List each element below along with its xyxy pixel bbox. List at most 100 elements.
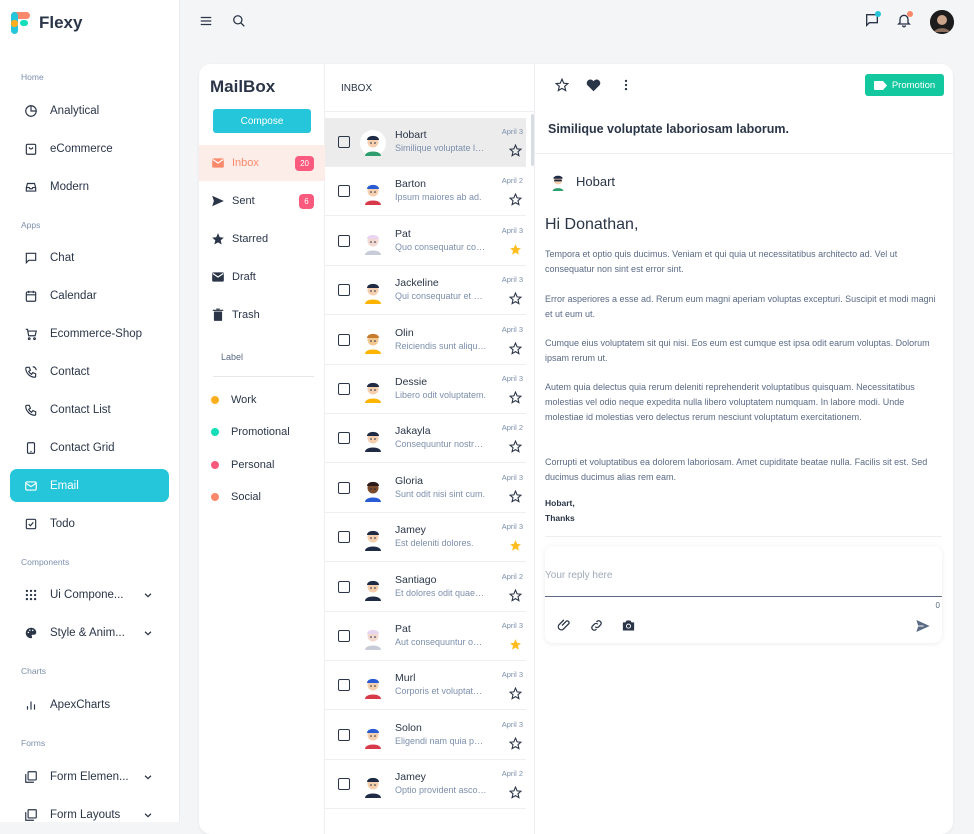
notifications-button[interactable] xyxy=(896,11,914,30)
email-checkbox[interactable] xyxy=(338,728,350,741)
email-snippet: Reiciendis sunt aliquam. xyxy=(395,340,487,351)
email-checkbox[interactable] xyxy=(338,580,350,593)
folder-draft[interactable]: Draft xyxy=(199,259,325,295)
email-checkbox[interactable] xyxy=(338,531,350,544)
promotion-tag[interactable]: Promotion xyxy=(865,74,944,96)
star-icon[interactable] xyxy=(509,440,522,454)
star-icon[interactable] xyxy=(509,736,522,750)
email-list-item[interactable]: Santiago Et dolores odit quaerat. April 2 xyxy=(325,563,526,612)
list-scrollbar[interactable] xyxy=(531,114,534,166)
sidebar-item-ecommerce-shop[interactable]: Ecommerce-Shop xyxy=(10,317,169,350)
compose-button[interactable]: Compose xyxy=(213,109,311,133)
link-icon[interactable] xyxy=(589,618,604,633)
email-checkbox[interactable] xyxy=(338,333,350,346)
search-icon[interactable] xyxy=(232,14,246,28)
star-filled-icon[interactable] xyxy=(509,638,522,651)
label-promotional[interactable]: Promotional xyxy=(211,426,290,438)
email-checkbox[interactable] xyxy=(338,481,350,494)
sidebar-item-email[interactable]: Email xyxy=(10,469,169,502)
email-checkbox[interactable] xyxy=(338,383,350,395)
sidebar-item-modern[interactable]: Modern xyxy=(10,170,169,203)
email-checkbox[interactable] xyxy=(338,284,350,297)
email-list-item[interactable]: JackelineQui consequatur et dolores. Apri… xyxy=(325,266,526,316)
email-sender: Santiago xyxy=(395,573,437,586)
sender-name: Hobart xyxy=(576,173,616,189)
folder-trash[interactable]: Trash xyxy=(199,297,325,333)
sidebar-item-form-layouts[interactable]: Form Layouts xyxy=(10,798,169,831)
email-list-item[interactable]: Murl Corporis et voluptatem. April 3 xyxy=(325,661,526,711)
email-checkbox[interactable] xyxy=(338,432,350,445)
avatar xyxy=(360,673,386,700)
email-checkbox[interactable] xyxy=(338,185,350,198)
email-list-item[interactable]: Dessie Libero odit voluptatem. April 3 xyxy=(325,365,526,414)
sidebar-item-contact-grid[interactable]: Contact Grid xyxy=(10,431,169,464)
label-social[interactable]: Social xyxy=(211,491,261,503)
email-list-item[interactable]: PatQuo consequatur consequatur. April 3 xyxy=(325,217,526,266)
star-icon[interactable] xyxy=(509,341,522,355)
star-icon[interactable] xyxy=(509,292,522,305)
sidebar-item-calendar[interactable]: Calendar xyxy=(10,279,169,312)
send-icon[interactable] xyxy=(915,618,931,634)
email-list-item[interactable]: Gloria Sunt odit nisi sint cum. April 3 xyxy=(325,464,526,513)
folder-starred[interactable]: Starred xyxy=(199,221,325,257)
sidebar-item-ui-components[interactable]: Ui Compone... xyxy=(10,578,169,611)
star-icon[interactable] xyxy=(509,687,522,701)
brand-logo[interactable]: Flexy xyxy=(11,12,82,34)
sender: Hobart xyxy=(548,171,615,191)
star-filled-icon[interactable] xyxy=(509,243,522,256)
email-list-item[interactable]: Solon Eligendi nam quia porro. April 3 xyxy=(325,711,526,760)
reply-input[interactable]: Your reply here xyxy=(545,570,612,581)
inbox-tray-icon xyxy=(25,182,37,192)
email-checkbox[interactable] xyxy=(338,136,350,148)
messages-button[interactable] xyxy=(864,11,882,30)
star-filled-icon[interactable] xyxy=(509,539,522,552)
folder-inbox[interactable]: Inbox 20 xyxy=(199,145,325,181)
star-icon[interactable] xyxy=(509,588,522,602)
star-icon[interactable] xyxy=(509,391,522,404)
email-list-item[interactable]: Olin Reiciendis sunt aliquam. April 3 xyxy=(325,316,526,365)
sidebar-item-analytical[interactable]: Analytical xyxy=(10,94,169,127)
label-text: Work xyxy=(231,394,257,406)
email-checkbox[interactable] xyxy=(338,679,350,692)
star-icon[interactable] xyxy=(555,78,569,92)
folder-sent[interactable]: Sent 6 xyxy=(199,183,325,219)
email-list-item[interactable]: Hobart Similique voluptate laboriosam lab… xyxy=(325,118,526,167)
sidebar-item-ecommerce[interactable]: eCommerce xyxy=(10,132,169,165)
sidebar-item-todo[interactable]: Todo xyxy=(10,507,169,540)
email-list-item[interactable]: Jakayla Consequuntur nostrum. April 2 xyxy=(325,414,526,464)
email-list-item[interactable]: Jamey Optio provident ascorum. April 2 xyxy=(325,760,526,810)
email-date: April 3 xyxy=(501,374,523,383)
star-icon[interactable] xyxy=(509,786,522,799)
label-work[interactable]: Work xyxy=(211,394,256,406)
sidebar-item-contact[interactable]: Contact xyxy=(10,355,169,388)
sidebar-item-apexcharts[interactable]: ApexCharts xyxy=(10,688,169,721)
camera-icon[interactable] xyxy=(621,618,636,633)
email-list-item[interactable]: Pat Aut consequuntur odio. April 3 xyxy=(325,612,526,661)
user-avatar[interactable] xyxy=(930,10,954,34)
star-icon[interactable] xyxy=(509,144,522,157)
star-icon[interactable] xyxy=(509,489,522,503)
sidebar-item-style-animation[interactable]: Style & Anim... xyxy=(10,616,169,649)
email-list-item[interactable]: Jamey Est deleniti dolores. April 3 xyxy=(325,513,526,563)
email-date: April 2 xyxy=(501,769,523,779)
email-checkbox[interactable] xyxy=(338,778,350,791)
heart-icon[interactable] xyxy=(586,78,601,92)
avatar xyxy=(360,426,386,453)
email-checkbox[interactable] xyxy=(338,234,350,247)
email-checkbox[interactable] xyxy=(338,630,350,642)
label-personal[interactable]: Personal xyxy=(211,459,274,471)
menu-icon[interactable] xyxy=(199,14,213,28)
email-date: April 2 xyxy=(501,176,523,186)
more-vertical-icon[interactable] xyxy=(619,78,633,92)
message-icon xyxy=(25,252,37,264)
divider xyxy=(535,153,953,154)
list-header: INBOX xyxy=(341,83,373,94)
star-icon[interactable] xyxy=(509,193,522,207)
label-dot xyxy=(211,428,219,436)
attachment-icon[interactable] xyxy=(557,618,572,633)
email-list-item[interactable]: Barton Ipsum maiores ab ad. April 2 xyxy=(325,167,526,217)
flexy-logo-icon xyxy=(11,12,31,34)
sidebar-item-contact-list[interactable]: Contact List xyxy=(10,393,169,426)
sidebar-item-chat[interactable]: Chat xyxy=(10,241,169,274)
sidebar-item-form-elements[interactable]: Form Elemen... xyxy=(10,760,169,793)
